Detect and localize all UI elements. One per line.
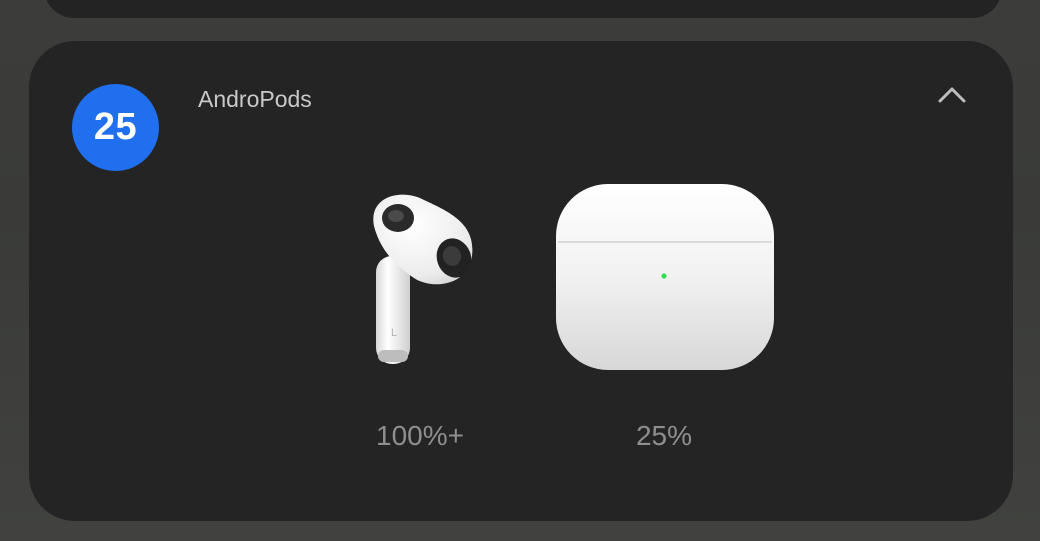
widget-title: AndroPods [198,86,312,112]
app-badge-icon: 25 [72,84,159,171]
left-earbud-image: L [373,194,473,364]
app-badge-text: 25 [93,106,138,148]
case-battery: 25% [635,420,693,451]
earbud-side-label: L [391,327,397,339]
left-earbud-battery: 100%+ [376,420,464,451]
charging-case-image [556,184,774,370]
previous-notification-card [44,0,1002,18]
andropods-widget-card [29,41,1013,521]
collapse-button[interactable] [928,78,976,112]
chevron-up-icon [938,87,966,103]
